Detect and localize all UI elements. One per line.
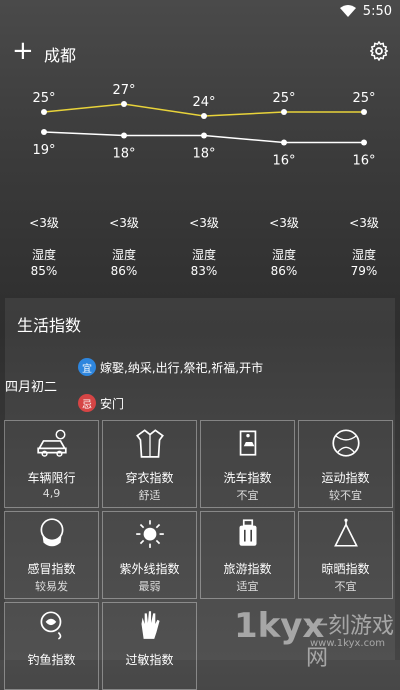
- index-name: 车辆限行: [27, 471, 76, 485]
- wind-level: <3级: [109, 216, 139, 230]
- mask-icon: [35, 516, 69, 550]
- status-time: 5:50: [362, 4, 392, 19]
- almanac-ji: 忌 安门: [78, 394, 124, 412]
- low-temp-line-point: [201, 132, 207, 139]
- index-tile-4[interactable]: 运动指数 较不宜: [298, 420, 393, 508]
- hand-icon: [133, 607, 167, 641]
- humidity-label: 湿度: [31, 248, 56, 262]
- gear-icon[interactable]: [368, 40, 390, 62]
- index-name: 运动指数: [321, 471, 370, 485]
- hanger-icon: [329, 516, 363, 550]
- index-tile-2[interactable]: 穿衣指数 舒适: [102, 420, 197, 508]
- high-temp-label: 24°: [192, 95, 215, 110]
- index-tile-9[interactable]: 钓鱼指数: [4, 602, 99, 690]
- wind-level: <3级: [349, 216, 379, 230]
- humidity-value: 85%: [30, 264, 58, 278]
- low-temp-line-point: [41, 129, 47, 135]
- low-temp-line-point: [121, 132, 127, 139]
- status-bar: 5:50: [0, 0, 400, 24]
- index-value: 不宜: [334, 580, 357, 593]
- wifi-icon: [340, 5, 356, 17]
- index-value: 较不宜: [329, 489, 362, 502]
- city-name[interactable]: 成都: [44, 42, 76, 66]
- index-value: 4,9: [42, 487, 61, 500]
- humidity-value: 83%: [190, 264, 218, 278]
- high-temp-line-point: [121, 101, 127, 107]
- wind-level: <3级: [29, 216, 59, 230]
- humidity-label: 湿度: [191, 248, 216, 262]
- almanac-yi: 宜 嫁娶,纳采,出行,祭祀,祈福,开市: [78, 358, 263, 376]
- humidity-label: 湿度: [111, 248, 136, 262]
- wind-level: <3级: [189, 216, 219, 230]
- index-name: 旅游指数: [223, 562, 272, 576]
- humidity-label: 湿度: [271, 248, 296, 262]
- fishing-icon: [35, 607, 69, 641]
- index-value: 舒适: [138, 489, 161, 502]
- index-value: 较易发: [35, 580, 68, 593]
- lunar-date: 四月初二: [5, 380, 58, 395]
- sun-icon: [133, 516, 167, 550]
- luggage-icon: [231, 516, 265, 550]
- high-temp-label: 25°: [272, 91, 295, 106]
- humidity-value: 86%: [270, 264, 298, 278]
- ji-badge: 忌: [78, 394, 96, 412]
- index-tile-8[interactable]: 晾晒指数 不宜: [298, 511, 393, 599]
- high-temp-line-point: [281, 109, 287, 115]
- high-temp-label: 25°: [352, 91, 375, 106]
- high-temp-label: 25°: [32, 91, 55, 106]
- low-temp-line-point: [281, 139, 287, 146]
- low-temp-label: 18°: [112, 147, 135, 162]
- low-temp-label: 18°: [192, 147, 215, 162]
- humidity-label: 湿度: [351, 248, 376, 262]
- high-temp-line-point: [361, 109, 367, 115]
- index-tile-5[interactable]: 感冒指数 较易发: [4, 511, 99, 599]
- index-name: 感冒指数: [27, 562, 76, 576]
- index-name: 晾晒指数: [321, 562, 370, 576]
- high-temp-line-point: [201, 113, 207, 119]
- header: + 成都: [0, 34, 400, 70]
- index-name: 穿衣指数: [125, 471, 174, 485]
- high-temp-line-point: [41, 109, 47, 115]
- add-city-button[interactable]: +: [12, 38, 34, 64]
- index-tile-7[interactable]: 旅游指数 适宜: [200, 511, 295, 599]
- jacket-icon: [133, 425, 167, 459]
- low-temp-label: 16°: [272, 154, 295, 169]
- ball-icon: [329, 425, 363, 459]
- index-tile-6[interactable]: 紫外线指数 最弱: [102, 511, 197, 599]
- index-tile-1[interactable]: 车辆限行 4,9: [4, 420, 99, 508]
- watermark: 1kyx 一刻游戏网 www.1kyx.com: [230, 600, 400, 671]
- watermark-url: www.1kyx.com: [310, 638, 385, 649]
- index-tile-10[interactable]: 过敏指数: [102, 602, 197, 690]
- index-value: 最弱: [138, 580, 161, 593]
- low-temp-label: 19°: [32, 143, 55, 158]
- humidity-value: 79%: [350, 264, 378, 278]
- wind-level: <3级: [269, 216, 299, 230]
- index-value: 适宜: [236, 580, 259, 593]
- temperature-chart: 25° 27° 24° 25° 25° 19° 18° 18° 16° 16°: [32, 83, 375, 169]
- index-value: 不宜: [236, 489, 259, 502]
- high-temp-label: 27°: [112, 83, 135, 98]
- ji-text: 安门: [100, 396, 125, 411]
- index-name: 洗车指数: [223, 471, 272, 485]
- low-temp-label: 16°: [352, 154, 375, 169]
- low-temp-line-point: [361, 139, 367, 146]
- index-name: 紫外线指数: [119, 562, 180, 576]
- humidity-value: 86%: [110, 264, 138, 278]
- yi-badge: 宜: [78, 358, 96, 376]
- index-tile-3[interactable]: 洗车指数 不宜: [200, 420, 295, 508]
- car-icon: [35, 425, 69, 459]
- panel-title: 生活指数: [17, 316, 82, 335]
- yi-text: 嫁娶,纳采,出行,祭祀,祈福,开市: [100, 360, 264, 375]
- car-wash-icon: [231, 425, 265, 459]
